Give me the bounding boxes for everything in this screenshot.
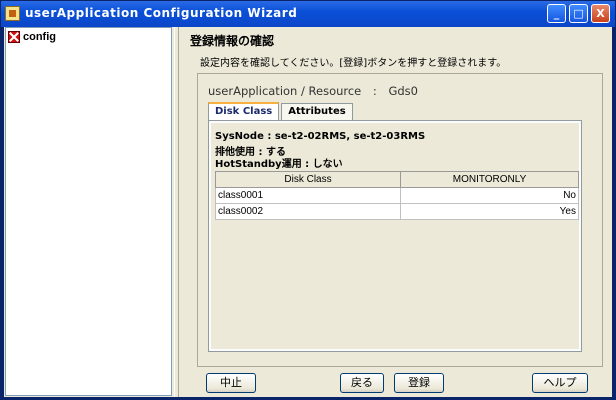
split-divider[interactable]: [174, 27, 179, 397]
wizard-window: userApplication Configuration Wizard _ □…: [0, 0, 616, 400]
help-button[interactable]: ヘルプ: [532, 373, 588, 393]
cell-disk-class: class0001: [215, 187, 401, 204]
cell-disk-class: class0002: [215, 203, 401, 220]
page-title: 登録情報の確認: [190, 34, 275, 48]
config-tree[interactable]: config: [5, 27, 172, 396]
instruction-text: 設定内容を確認してください。[登録]ボタンを押すと登録されます。: [200, 58, 507, 69]
window-title: userApplication Configuration Wizard: [25, 6, 298, 20]
tab-strip: Disk Class Attributes: [208, 102, 355, 120]
maximize-button[interactable]: □: [569, 4, 588, 23]
title-bar[interactable]: userApplication Configuration Wizard _ □…: [1, 1, 615, 27]
sysnode-text: SysNode : se-t2-02RMS, se-t2-03RMS: [215, 131, 426, 142]
tab-attributes[interactable]: Attributes: [281, 103, 353, 120]
tab-inner: SysNode : se-t2-02RMS, se-t2-03RMS 排他使用 …: [211, 123, 579, 349]
table-header-row: Disk Class MONITORONLY: [215, 171, 579, 188]
details-panel: userApplication / Resource : Gds0 Disk C…: [197, 73, 603, 367]
content-pane: 登録情報の確認 設定内容を確認してください。[登録]ボタンを押すと登録されます。…: [182, 27, 612, 397]
back-button[interactable]: 戻る: [340, 373, 384, 393]
tab-disk-class[interactable]: Disk Class: [208, 102, 280, 120]
error-icon: [8, 31, 20, 43]
column-header-monitoronly[interactable]: MONITORONLY: [400, 171, 579, 188]
close-button[interactable]: X: [591, 4, 610, 23]
table-row[interactable]: class0002 Yes: [215, 203, 579, 220]
resource-label: userApplication / Resource: [208, 84, 362, 98]
resource-separator: :: [372, 84, 377, 98]
resource-line: userApplication / Resource : Gds0: [208, 84, 418, 98]
minimize-button[interactable]: _: [547, 4, 566, 23]
register-button[interactable]: 登録: [394, 373, 444, 393]
resource-value: Gds0: [388, 84, 418, 98]
tab-content: SysNode : se-t2-02RMS, se-t2-03RMS 排他使用 …: [208, 120, 582, 352]
table-row[interactable]: class0001 No: [215, 187, 579, 204]
cancel-button[interactable]: 中止: [206, 373, 256, 393]
cell-monitoronly: Yes: [400, 203, 579, 220]
tree-item-config[interactable]: config: [8, 30, 56, 44]
client-area: config 登録情報の確認 設定内容を確認してください。[登録]ボタンを押すと…: [4, 27, 612, 397]
disk-class-table: Disk Class MONITORONLY class0001 No clas…: [215, 171, 579, 220]
hotstandby-text: HotStandby運用 : しない: [215, 159, 343, 170]
app-icon: [5, 6, 20, 21]
cell-monitoronly: No: [400, 187, 579, 204]
tree-item-label: config: [23, 31, 56, 43]
column-header-disk-class[interactable]: Disk Class: [215, 171, 401, 188]
